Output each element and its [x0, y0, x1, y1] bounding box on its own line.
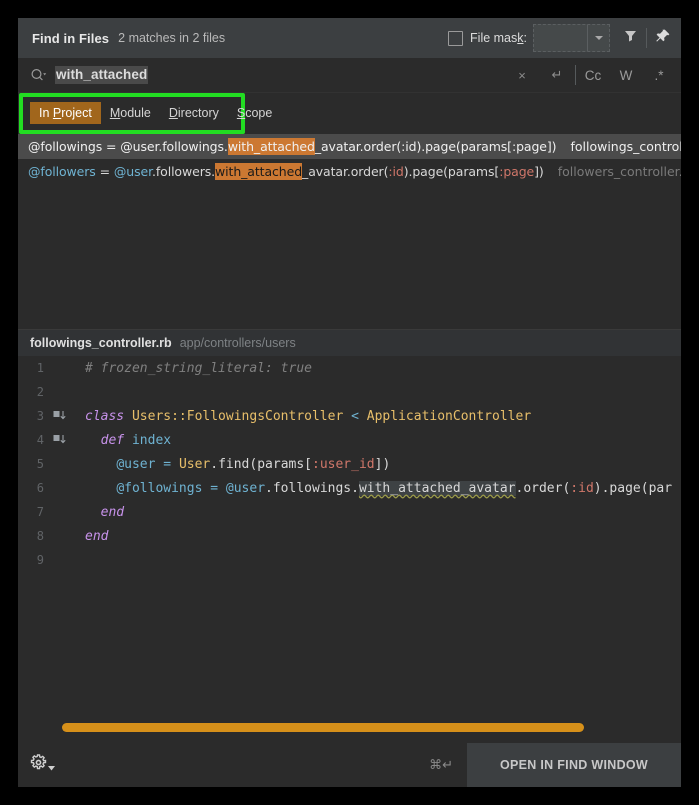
result-code-snippet: @followers = @user.followers.with_attach… — [28, 163, 544, 180]
words-toggle[interactable]: W — [610, 60, 642, 90]
code-line-text: end — [100, 504, 125, 520]
table-row[interactable]: @followings = @user.followings.with_atta… — [18, 134, 681, 159]
scope-tab-scope[interactable]: Scope — [228, 102, 281, 124]
dialog-header: Find in Files 2 matches in 2 files File … — [18, 18, 681, 58]
horizontal-scrollbar-thumb[interactable] — [62, 723, 584, 732]
code-line: 6 @followings = @user.followings.with_at… — [18, 476, 681, 500]
file-mask-dropdown-button[interactable] — [587, 25, 609, 51]
file-mask-group[interactable]: File mask: — [448, 30, 527, 46]
search-input[interactable]: with_attached — [55, 66, 149, 84]
code-line-text: class Users::FollowingsController < Appl… — [85, 408, 532, 424]
multiline-toggle-button[interactable]: ↵ — [540, 60, 574, 90]
file-mask-checkbox[interactable] — [448, 30, 464, 46]
scope-tab-in-project[interactable]: In Project — [30, 102, 101, 124]
code-line: 1 # frozen_string_literal: true — [18, 356, 681, 380]
gear-icon — [30, 754, 47, 776]
code-line: 2 — [18, 380, 681, 404]
code-line: 5 @user = User.find(params[:user_id]) — [18, 452, 681, 476]
scope-tab-bar: In Project Module Directory Scope — [18, 93, 681, 134]
line-number: 8 — [36, 529, 44, 543]
filter-button[interactable] — [614, 18, 646, 58]
result-code-snippet: @followings = @user.followings.with_atta… — [28, 138, 557, 155]
line-number: 9 — [36, 553, 44, 567]
search-controls: × ↵ Cc W .* — [505, 60, 675, 90]
scope-tab-module[interactable]: Module — [101, 102, 160, 124]
settings-button[interactable] — [30, 754, 55, 776]
run-gutter-icon[interactable] — [50, 410, 70, 422]
preview-file-name: followings_controller.rb — [30, 336, 172, 350]
line-number: 3 — [36, 409, 44, 423]
result-file-name: followers_controller.rb 6 — [557, 164, 681, 179]
file-mask-label: File mask: — [470, 31, 527, 45]
clear-search-button[interactable]: × — [505, 60, 539, 90]
regex-toggle[interactable]: .* — [643, 60, 675, 90]
scope-tab-directory[interactable]: Directory — [160, 102, 228, 124]
line-number: 4 — [36, 433, 44, 447]
table-row[interactable]: @followers = @user.followers.with_attach… — [18, 159, 681, 184]
line-number: 2 — [36, 385, 44, 399]
code-line: 7 end — [18, 500, 681, 524]
result-file-name: followings_controller.rb 6 — [570, 139, 681, 154]
code-preview[interactable]: 1 # frozen_string_literal: true 2 3 class Us… — [18, 356, 681, 705]
pin-button[interactable] — [647, 18, 679, 58]
chevron-down-icon — [594, 36, 603, 40]
line-number: 6 — [36, 481, 44, 495]
code-line-text: def index — [100, 432, 172, 448]
filter-icon — [623, 28, 638, 48]
code-line-text: @user = User.find(params[:user_id]) — [116, 456, 391, 472]
match-count-label: 2 matches in 2 files — [118, 31, 226, 45]
line-number: 5 — [36, 457, 44, 471]
code-line: 9 — [18, 548, 681, 572]
line-number: 7 — [36, 505, 44, 519]
search-results-list[interactable]: @followings = @user.followings.with_atta… — [18, 133, 681, 329]
match-case-toggle[interactable]: Cc — [577, 60, 609, 90]
line-number: 1 — [36, 361, 44, 375]
header-controls: File mask: — [448, 18, 679, 58]
file-mask-input[interactable] — [534, 25, 587, 51]
search-bar[interactable]: with_attached × ↵ Cc W .* — [18, 58, 681, 93]
horizontal-scrollbar[interactable] — [18, 713, 681, 732]
preview-file-path: app/controllers/users — [179, 336, 296, 350]
code-line-text: end — [85, 528, 109, 544]
search-icon[interactable] — [30, 68, 47, 83]
find-in-files-dialog: Find in Files 2 matches in 2 files File … — [18, 18, 681, 787]
code-line: 8 end — [18, 524, 681, 548]
pin-icon — [655, 28, 671, 49]
preview-file-header[interactable]: followings_controller.rb app/controllers… — [18, 329, 681, 356]
search-divider — [575, 65, 576, 85]
dialog-footer: ⌘↵ OPEN IN FIND WINDOW — [18, 705, 681, 787]
code-line-text: # frozen_string_literal: true — [85, 360, 312, 376]
file-mask-combobox[interactable] — [533, 24, 610, 52]
open-shortcut-hint: ⌘↵ — [429, 757, 453, 773]
page-title: Find in Files — [32, 30, 110, 46]
code-line-text: @followings = @user.followings.with_atta… — [116, 480, 673, 496]
open-in-find-window-button[interactable]: OPEN IN FIND WINDOW — [467, 743, 681, 787]
run-gutter-icon[interactable] — [50, 434, 70, 446]
code-line: 3 class Users::FollowingsController < App… — [18, 404, 681, 428]
code-line: 4 def index — [18, 428, 681, 452]
chevron-down-icon — [48, 758, 55, 776]
